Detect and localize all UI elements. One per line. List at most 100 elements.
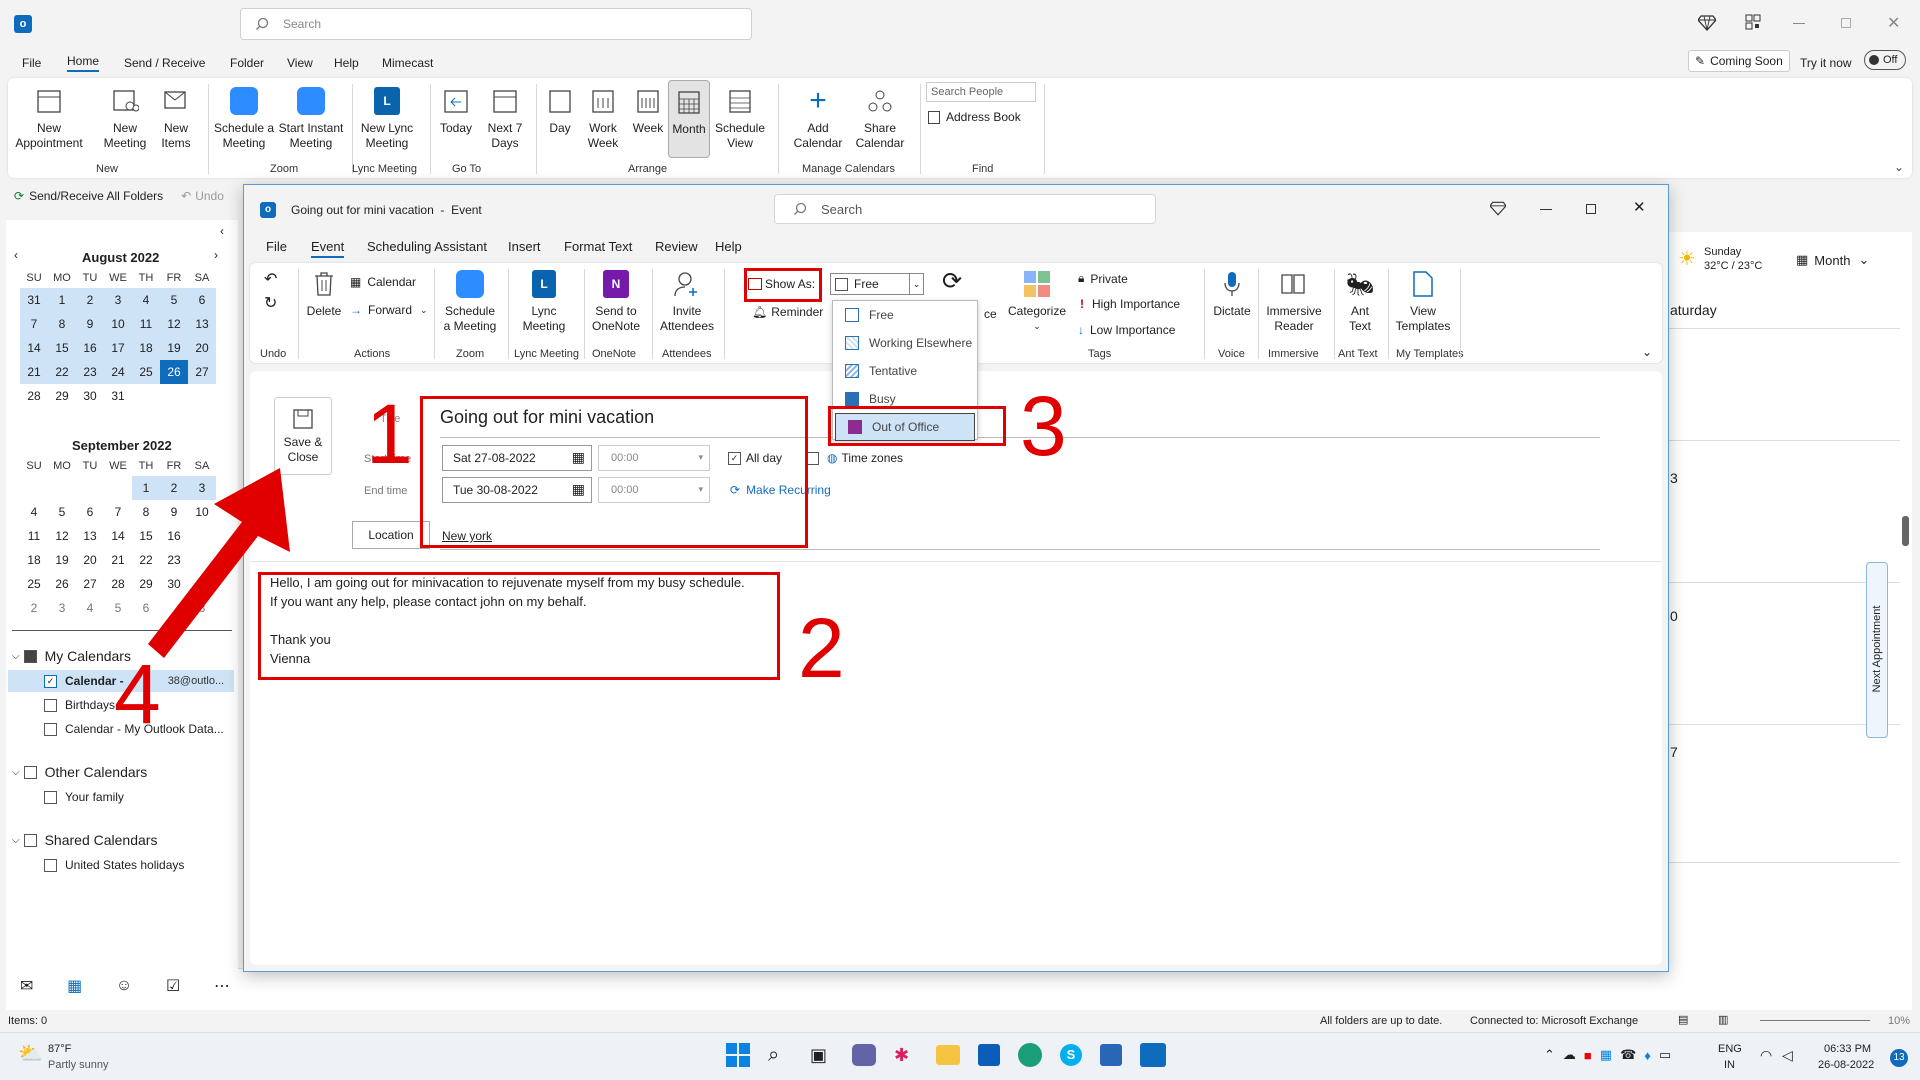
shared-calendars-group[interactable]: ⌵ Shared Calendars <box>12 832 157 848</box>
close-icon[interactable]: ✕ <box>1887 13 1900 33</box>
tasks-icon[interactable]: ☑ <box>166 976 180 996</box>
birthdays-item[interactable]: Birthdays <box>44 698 115 712</box>
tab-scheduling-assistant[interactable]: Scheduling Assistant <box>367 239 487 254</box>
day-cell[interactable]: 21 <box>104 548 132 572</box>
day-cell[interactable]: 6 <box>188 288 216 312</box>
share-calendar-button[interactable]: Share Calendar <box>852 84 908 151</box>
search-people-input[interactable]: Search People <box>926 82 1036 102</box>
day-cell[interactable]: 13 <box>76 524 104 548</box>
tab-format-text[interactable]: Format Text <box>564 239 632 254</box>
new-items-button[interactable]: New Items <box>154 84 198 151</box>
view-templates-button[interactable]: View Templates <box>1392 267 1454 334</box>
undo-button[interactable]: Undo <box>195 189 224 203</box>
next-month-icon[interactable]: › <box>214 248 218 262</box>
day-cell[interactable]: 1 <box>48 288 76 312</box>
day-cell[interactable]: 5 <box>48 500 76 524</box>
day-cell[interactable]: 3 <box>104 288 132 312</box>
day-cell[interactable]: 28 <box>104 572 132 596</box>
normal-view-icon[interactable]: ▤ <box>1678 1013 1688 1026</box>
day-cell[interactable]: 23 <box>76 360 104 384</box>
delete-button[interactable]: Delete <box>302 267 346 319</box>
add-calendar-button[interactable]: + Add Calendar <box>790 84 846 151</box>
coming-soon-button[interactable]: ✎ Coming Soon <box>1688 50 1790 72</box>
tab-file[interactable]: File <box>266 239 287 254</box>
tray-app-icon[interactable]: ♦ <box>1644 1048 1651 1063</box>
day-cell[interactable]: 7 <box>20 312 48 336</box>
diamond-icon[interactable] <box>1490 201 1506 216</box>
menu-mimecast[interactable]: Mimecast <box>382 56 433 70</box>
windows-start-icon[interactable] <box>726 1043 750 1067</box>
lang-1[interactable]: ENG <box>1718 1043 1742 1055</box>
day-cell[interactable]: 11 <box>20 524 48 548</box>
menu-view[interactable]: View <box>287 56 313 70</box>
new-lync-meeting-button[interactable]: L New Lync Meeting <box>358 84 416 151</box>
work-week-button[interactable]: Work Week <box>582 84 624 151</box>
menu-home[interactable]: Home <box>67 54 100 72</box>
tray-app-icon[interactable]: ▦ <box>1600 1047 1612 1063</box>
month-view-button[interactable]: Month <box>668 80 710 158</box>
day-cell[interactable]: 25 <box>132 360 160 384</box>
zoom-slider[interactable] <box>1760 1020 1870 1021</box>
prev-month-icon[interactable]: ‹ <box>14 248 18 262</box>
calendar-button[interactable]: ▦ Calendar <box>350 275 416 289</box>
day-cell[interactable]: 30 <box>76 384 104 408</box>
high-importance-button[interactable]: ! High Importance <box>1080 297 1180 311</box>
day-cell[interactable]: 19 <box>48 548 76 572</box>
battery-icon[interactable]: ▭ <box>1659 1047 1671 1063</box>
scrollbar[interactable] <box>1654 551 1658 951</box>
edge-icon[interactable] <box>1018 1043 1042 1067</box>
day-cell[interactable]: 4 <box>76 596 104 620</box>
day-cell[interactable] <box>160 384 188 408</box>
day-cell[interactable]: 31 <box>104 384 132 408</box>
day-cell[interactable] <box>48 476 76 500</box>
qr-icon[interactable] <box>1745 14 1761 30</box>
today-button[interactable]: Today <box>434 84 478 136</box>
outlook-taskbar-icon[interactable] <box>1140 1043 1166 1067</box>
day-cell[interactable]: 8 <box>48 312 76 336</box>
show-as-dropdown[interactable]: Free ⌄ <box>830 273 924 295</box>
day-cell[interactable]: 16 <box>76 336 104 360</box>
calendar-nav-icon[interactable]: ▦ <box>67 976 82 996</box>
reminder-label[interactable]: 🔔︎ Reminder <box>752 305 823 319</box>
chevron-up-icon[interactable]: ⌃ <box>1544 1047 1555 1063</box>
day-cell[interactable] <box>104 476 132 500</box>
minimize-icon[interactable] <box>1793 23 1805 24</box>
search-taskbar-icon[interactable]: ⌕ <box>768 1044 792 1067</box>
tray-app-icon[interactable]: ■ <box>1584 1048 1592 1063</box>
day-cell[interactable] <box>76 476 104 500</box>
day-cell[interactable]: 5 <box>104 596 132 620</box>
ribbon-collapse-icon[interactable]: ⌄ <box>1642 345 1652 359</box>
day-cell[interactable]: 20 <box>76 548 104 572</box>
close-icon[interactable]: ✕ <box>1633 198 1646 216</box>
search-box[interactable]: Search <box>240 8 752 40</box>
lync-meeting-button[interactable]: L Lync Meeting <box>516 267 572 334</box>
day-cell[interactable]: 6 <box>76 500 104 524</box>
day-cell[interactable]: 15 <box>48 336 76 360</box>
invite-attendees-button[interactable]: Invite Attendees <box>658 267 716 334</box>
skype-icon[interactable]: S <box>1060 1044 1082 1066</box>
day-cell[interactable]: 20 <box>188 336 216 360</box>
task-view-icon[interactable]: ▣ <box>810 1045 834 1066</box>
day-cell[interactable]: 9 <box>76 312 104 336</box>
day-cell[interactable]: 26 <box>48 572 76 596</box>
start-instant-meeting-button[interactable]: Start Instant Meeting <box>276 84 346 151</box>
day-cell[interactable]: 14 <box>104 524 132 548</box>
notification-badge[interactable]: 13 <box>1890 1049 1908 1067</box>
new-appointment-button[interactable]: New Appointment <box>15 84 83 151</box>
undo-icon[interactable]: ↶ <box>264 269 277 289</box>
us-holidays-item[interactable]: United States holidays <box>44 858 184 872</box>
day-cell[interactable]: 25 <box>20 572 48 596</box>
day-cell[interactable]: 18 <box>20 548 48 572</box>
send-receive-all-button[interactable]: Send/Receive All Folders <box>29 189 163 203</box>
more-icon[interactable]: ⋯ <box>214 976 230 996</box>
snipping-icon[interactable] <box>1100 1044 1122 1066</box>
option-free[interactable]: Free <box>833 301 977 329</box>
menu-help[interactable]: Help <box>334 56 359 70</box>
clock-time[interactable]: 06:33 PM <box>1824 1043 1871 1055</box>
day-view-button[interactable]: Day <box>540 84 580 136</box>
day-cell[interactable]: 14 <box>20 336 48 360</box>
scrollbar[interactable] <box>1902 252 1910 1006</box>
toggle-switch[interactable]: Off <box>1864 50 1906 70</box>
day-cell[interactable] <box>188 384 216 408</box>
event-search-box[interactable]: Search <box>774 194 1156 224</box>
